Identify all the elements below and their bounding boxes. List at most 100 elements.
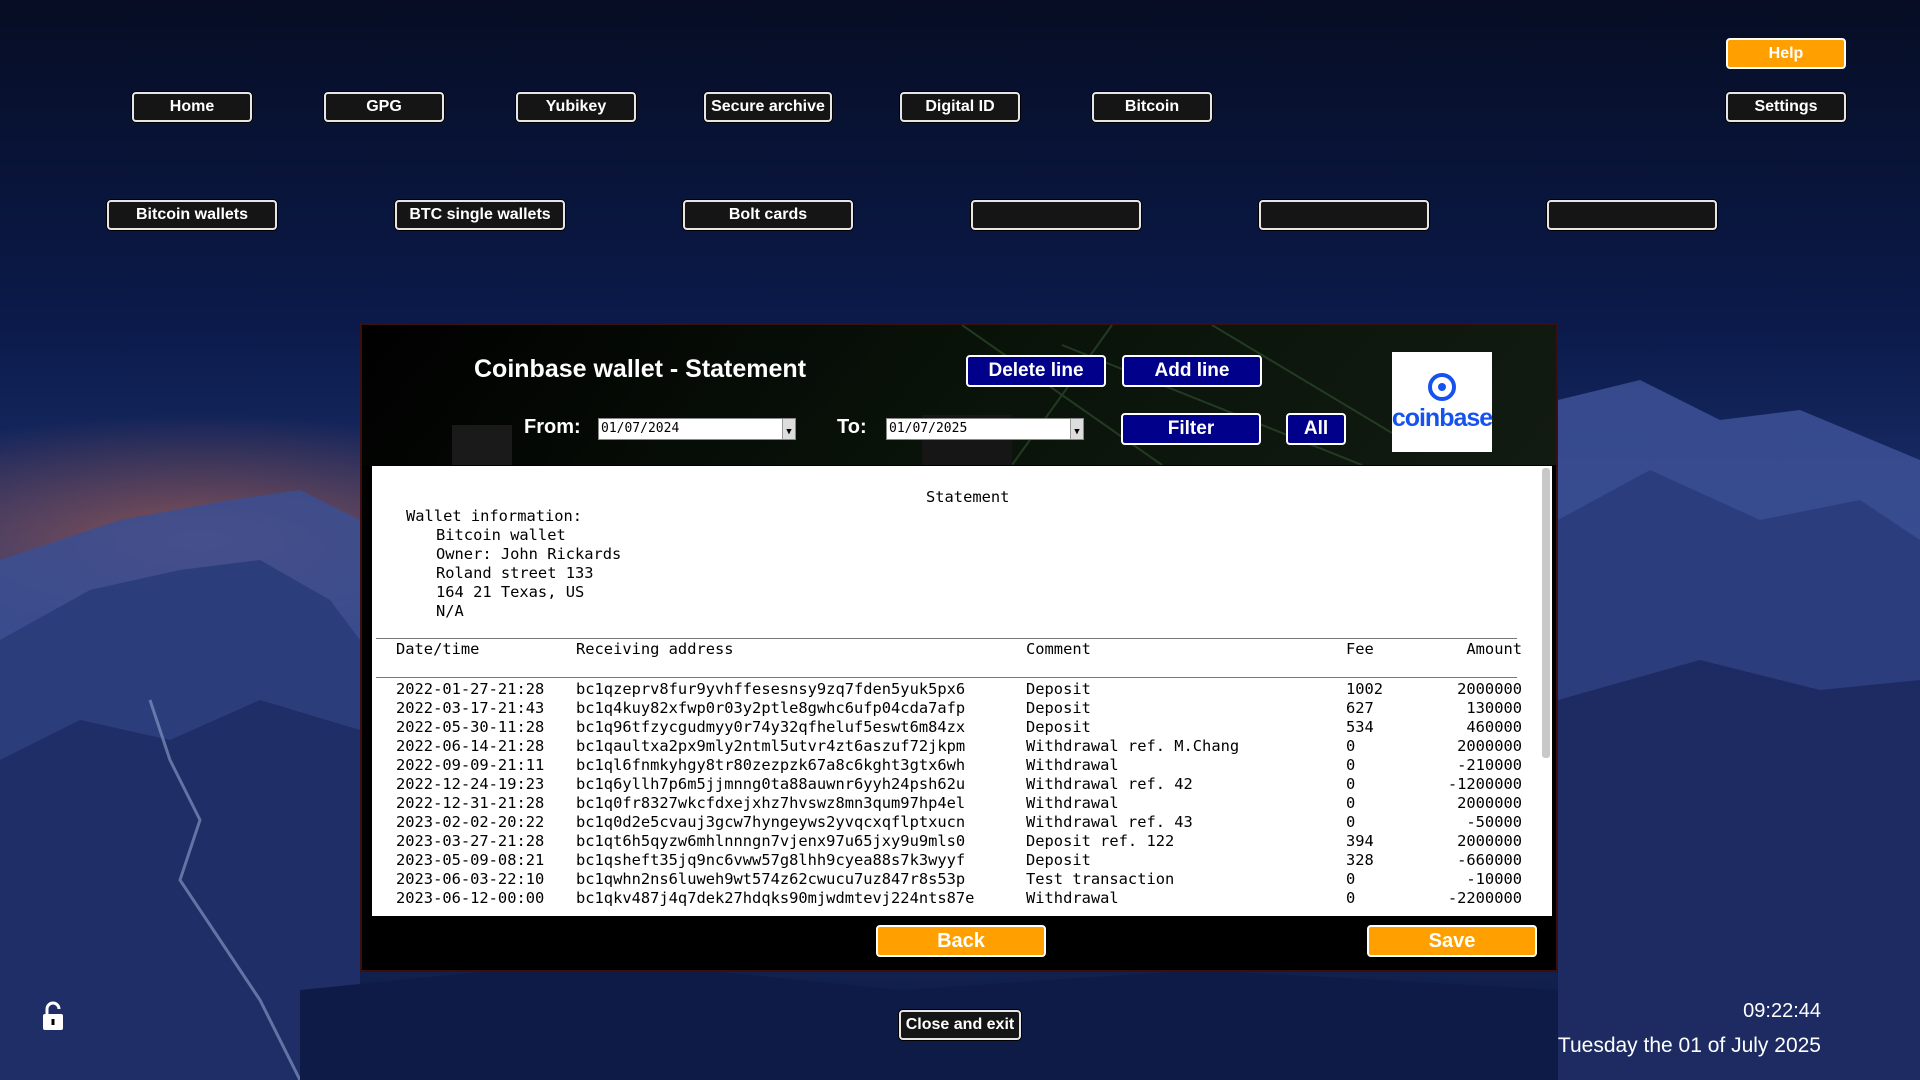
row-address: bc1qaultxa2px9mly2ntml5utvr4zt6aszuf72jk… [576,737,966,755]
nav-bitcoin-button[interactable]: Bitcoin [1092,92,1212,122]
row-amount: 130000 [1466,699,1522,717]
row-datetime: 2022-01-27-21:28 [396,680,545,698]
row-amount: -1200000 [1447,775,1522,793]
transaction-row[interactable]: 2022-12-24-19:23 bc1q6yllh7p6m5jjmnng0ta8… [372,775,1542,794]
row-fee: 0 [1346,775,1356,793]
header-top-rule [376,638,1517,639]
transaction-row[interactable]: 2023-03-27-21:28 bc1qt6h5qyzw6mhlnnngn7vj… [372,832,1542,851]
sub-bitcoin-wallets-button[interactable]: Bitcoin wallets [107,200,277,230]
header-bottom-rule [376,677,1517,678]
row-fee: 0 [1346,889,1356,907]
row-comment: Withdrawal ref. M.Chang [1026,737,1240,755]
row-datetime: 2022-12-31-21:28 [396,794,545,812]
row-address: bc1qt6h5qyzw6mhlnnngn7vjenx97u65jxy9u9ml… [576,832,966,850]
panel-header-background [362,325,1556,465]
transaction-row[interactable]: 2023-06-03-22:10 bc1qwhn2ns6luweh9wt574z6… [372,870,1542,889]
sub-empty-button-3[interactable] [1547,200,1717,230]
row-address: bc1q0fr8327wkcfdxejxhz7hvswz8mn3qum97hp4… [576,794,966,812]
row-datetime: 2023-06-03-22:10 [396,870,545,888]
row-comment: Deposit [1026,718,1091,736]
nav-home-button[interactable]: Home [132,92,252,122]
transaction-row[interactable]: 2023-05-09-08:21 bc1qsheft35jq9nc6vww57g8… [372,851,1542,870]
transaction-row[interactable]: 2023-02-02-20:22 bc1q0d2e5cvauj3gcw7hynge… [372,813,1542,832]
column-header-amount: Amount [1466,640,1522,658]
nav-gpg-button[interactable]: GPG [324,92,444,122]
column-header-fee: Fee [1346,640,1374,658]
to-date-value: 01/07/2025 [889,421,968,436]
row-comment: Deposit [1026,680,1091,698]
row-amount: -660000 [1457,851,1522,869]
row-comment: Test transaction [1026,870,1175,888]
sub-btc-single-wallets-button[interactable]: BTC single wallets [395,200,565,230]
row-amount: -210000 [1457,756,1522,774]
statement-scrollbar[interactable] [1542,468,1550,758]
nav-secure-archive-button[interactable]: Secure archive [704,92,832,122]
sub-empty-button-2[interactable] [1259,200,1429,230]
nav-digital-id-button[interactable]: Digital ID [900,92,1020,122]
from-date-field[interactable]: 01/07/2024 ▼ [598,418,796,440]
add-line-button[interactable]: Add line [1122,355,1262,387]
row-comment: Withdrawal ref. 43 [1026,813,1193,831]
column-header-datetime: Date/time [396,640,480,658]
to-date-field[interactable]: 01/07/2025 ▼ [886,418,1084,440]
wallet-info-line: 164 21 Texas, US [436,583,585,601]
row-fee: 1002 [1346,680,1384,698]
row-comment: Deposit [1026,851,1091,869]
row-address: bc1qsheft35jq9nc6vww57g8lhh9cyea88s7k3wy… [576,851,966,869]
row-comment: Withdrawal [1026,756,1119,774]
all-button[interactable]: All [1286,413,1346,445]
column-header-comment: Comment [1026,640,1091,658]
filter-button[interactable]: Filter [1121,413,1261,445]
to-date-dropdown-icon[interactable]: ▼ [1070,419,1083,439]
row-comment: Withdrawal ref. 42 [1026,775,1193,793]
help-button[interactable]: Help [1726,38,1846,69]
transaction-row[interactable]: 2022-09-09-21:11 bc1ql6fnmkyhgy8tr80zezpz… [372,756,1542,775]
row-datetime: 2022-09-09-21:11 [396,756,545,774]
transaction-row[interactable]: 2022-01-27-21:28 bc1qzeprv8fur9yvhffesesn… [372,680,1542,699]
sub-empty-button-1[interactable] [971,200,1141,230]
row-comment: Withdrawal [1026,889,1119,907]
transaction-row[interactable]: 2023-06-12-00:00 bc1qkv487j4q7dek27hdqks9… [372,889,1542,908]
transaction-row[interactable]: 2022-05-30-11:28 bc1q96tfzycgudmyy0r74y32… [372,718,1542,737]
row-amount: 2000000 [1457,737,1522,755]
coinbase-logo-text: coinbase [1391,403,1493,432]
row-comment: Deposit ref. 122 [1026,832,1175,850]
clock-date: Tuesday the 01 of July 2025 [1557,1034,1821,1057]
transaction-row[interactable]: 2022-03-17-21:43 bc1q4kuy82xfwp0r03y2ptle… [372,699,1542,718]
to-label: To: [837,416,867,438]
row-address: bc1qwhn2ns6luweh9wt574z62cwucu7uz847r8s5… [576,870,966,888]
row-amount: 2000000 [1457,680,1522,698]
from-date-dropdown-icon[interactable]: ▼ [782,419,795,439]
from-date-value: 01/07/2024 [601,421,680,436]
row-datetime: 2023-05-09-08:21 [396,851,545,869]
transaction-row[interactable]: 2022-12-31-21:28 bc1q0fr8327wkcfdxejxhz7h… [372,794,1542,813]
row-comment: Withdrawal [1026,794,1119,812]
row-address: bc1q6yllh7p6m5jjmnng0ta88auwnr6yyh24psh6… [576,775,966,793]
row-amount: -50000 [1466,813,1522,831]
row-amount: -10000 [1466,870,1522,888]
nav-yubikey-button[interactable]: Yubikey [516,92,636,122]
row-address: bc1ql6fnmkyhgy8tr80zezpzk67a8c6kght3gtx6… [576,756,966,774]
close-and-exit-button[interactable]: Close and exit [899,1010,1021,1040]
row-fee: 534 [1346,718,1374,736]
statement-heading: Statement [926,488,1010,506]
row-amount: 2000000 [1457,832,1522,850]
row-datetime: 2023-02-02-20:22 [396,813,545,831]
back-button[interactable]: Back [876,925,1046,957]
transaction-row[interactable]: 2022-06-14-21:28 bc1qaultxa2px9mly2ntml5u… [372,737,1542,756]
wallet-info-label: Wallet information: [406,507,583,525]
row-address: bc1q96tfzycgudmyy0r74y32qfheluf5eswt6m84… [576,718,966,736]
delete-line-button[interactable]: Delete line [966,355,1106,387]
sub-bolt-cards-button[interactable]: Bolt cards [683,200,853,230]
row-fee: 0 [1346,794,1356,812]
wallet-info-line: Bitcoin wallet [436,526,566,544]
settings-button[interactable]: Settings [1726,92,1846,122]
row-address: bc1qkv487j4q7dek27hdqks90mjwdmtevj224nts… [576,889,975,907]
unlock-icon[interactable] [40,1000,66,1032]
save-button[interactable]: Save [1367,925,1537,957]
statement-title: Coinbase wallet - Statement [474,355,807,383]
row-fee: 0 [1346,756,1356,774]
column-header-address: Receiving address [576,640,734,658]
row-amount: 460000 [1466,718,1522,736]
statement-content[interactable]: Statement Wallet information: Bitcoin wa… [372,466,1552,916]
